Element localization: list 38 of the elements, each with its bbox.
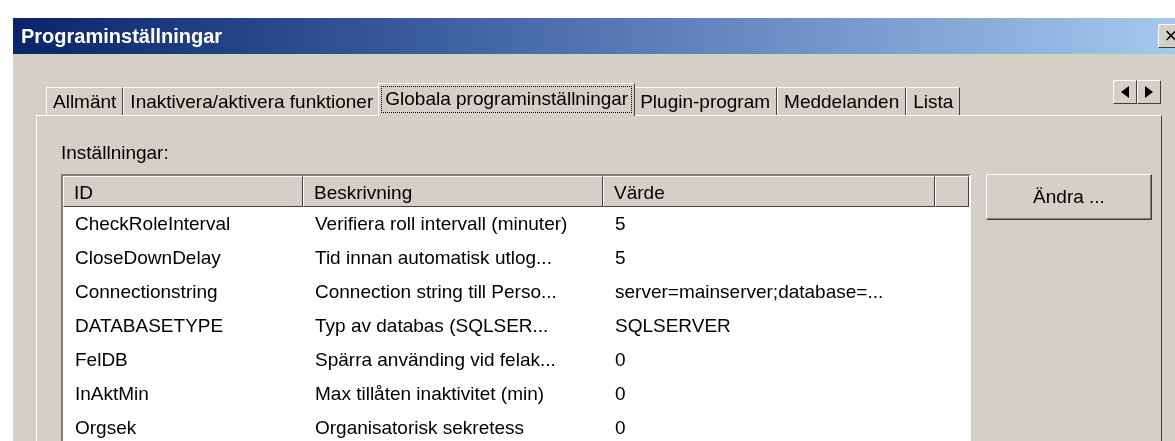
edit-button[interactable]: Ändra ... [986,174,1152,220]
table-cell-text: CloseDownDelay [74,247,221,269]
tab[interactable]: Lista [906,87,961,115]
tab[interactable]: Meddelanden [777,87,907,115]
table-cell-text: Connection string till Perso... [314,281,557,303]
right-arrow-icon [1145,86,1153,98]
table-cell-text: 5 [614,247,626,269]
settings-label: Inställningar: [61,142,169,164]
table-cell-text: Tid innan automatisk utlog... [314,247,552,269]
table-cell-text: CheckRoleInterval [74,213,231,235]
table-cell-text: Max tillåten inaktivitet (min) [314,383,545,405]
scroll-left-button[interactable] [1113,80,1137,104]
table-cell-text: Organisatorisk sekretess [314,417,525,439]
table-cell-text: DATABASETYPE [74,315,224,337]
table-cell-text: Spärra använding vid felak... [314,349,556,371]
window-title: Programinställningar [21,24,223,48]
table-cell-text: 0 [614,417,626,439]
tab[interactable]: Inaktivera/aktivera funktioner [123,87,381,115]
scroll-right-button[interactable] [1137,80,1161,104]
left-arrow-icon [1121,86,1129,98]
table-cell-text: 5 [614,213,626,235]
column-header[interactable]: ID [63,176,303,207]
column-header[interactable]: Beskrivning [303,176,603,207]
table-cell-text: Connectionstring [74,281,218,303]
table-cell-text: InAktMin [74,383,149,405]
tab[interactable]: Globala programinställningar [378,83,636,116]
table-cell-text: 0 [614,349,626,371]
table-cell-text: Orgsek [74,417,137,439]
table-cell-text: Typ av databas (SQLSER... [314,315,549,337]
table-cell-text: server=mainserver;database=... [614,281,884,303]
table-cell-text: Verifiera roll intervall (minuter) [314,213,568,235]
table-cell-text: 0 [614,383,626,405]
table-cell-text: SQLSERVER [614,315,731,337]
column-header[interactable]: Värde [603,176,935,207]
table-cell-text: FelDB [74,349,128,371]
tab[interactable]: Allmänt [46,87,124,115]
close-button[interactable]: × [1158,24,1175,48]
tab[interactable]: Plugin-program [633,87,778,115]
